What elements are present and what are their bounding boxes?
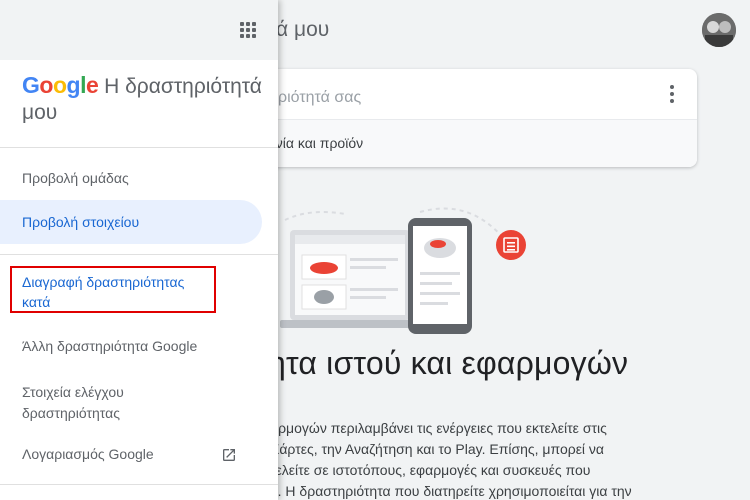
search-card: ριότητά σας ηνία και προϊόν (240, 69, 697, 167)
description-line: τελείτε σε ιστοτόπους, εφαρμογές και συσ… (270, 462, 591, 478)
nav-item-delete-activity[interactable]: Διαγραφή δραστηριότητας κατά (0, 272, 262, 312)
google-logo: Google (22, 72, 99, 98)
description-line: αρμογών περιλαμβάνει τις ενέργειες που ε… (270, 420, 607, 436)
nav-item-label: Στοιχεία ελέγχου (22, 384, 124, 400)
nav-item-activity-controls[interactable]: Στοιχεία ελέγχου δραστηριότητας (0, 382, 262, 424)
search-input[interactable]: ριότητά σας (278, 89, 361, 107)
account-avatar[interactable] (702, 13, 736, 47)
divider (0, 254, 278, 255)
open-in-new-icon (221, 447, 237, 463)
nav-item-bundle-view[interactable]: Προβολή ομάδας (0, 170, 262, 186)
description-line: Χάρτες, την Αναζήτηση και το Play. Επίση… (270, 441, 605, 457)
nav-item-item-view[interactable]: Προβολή στοιχείου (0, 200, 262, 244)
product-title-line2: μου (22, 101, 58, 124)
drawer-header-bar (0, 0, 278, 60)
description-line: υ. Η δραστηριότητα που διατηρείτε χρησιμ… (270, 483, 632, 499)
apps-grid-icon[interactable] (240, 22, 256, 38)
product-title-line1: Η δραστηριότητά (104, 75, 262, 98)
product-title[interactable]: Google Η δραστηριότητά μου (22, 72, 272, 126)
section-description: αρμογών περιλαμβάνει τις ενέργειες που ε… (270, 418, 750, 500)
filter-label: ηνία και προϊόν (268, 135, 364, 151)
nav-item-label: κατά (22, 294, 51, 310)
nav-drawer: Google Η δραστηριότητά μου Προβολή ομάδα… (0, 0, 278, 500)
nav-item-other-activity[interactable]: Άλλη δραστηριότητα Google (0, 338, 262, 354)
divider (0, 484, 278, 485)
filter-row[interactable]: ηνία και προϊόν (240, 119, 697, 167)
nav-item-label: Διαγραφή δραστηριότητας (22, 274, 185, 290)
illustration (270, 200, 540, 340)
notes-badge-icon (496, 230, 526, 260)
nav-item-label: δραστηριότητας (22, 405, 120, 421)
section-heading: ητα ιστού και εφαρμογών (268, 345, 629, 381)
kebab-menu-icon[interactable] (668, 85, 676, 103)
divider (0, 147, 278, 148)
